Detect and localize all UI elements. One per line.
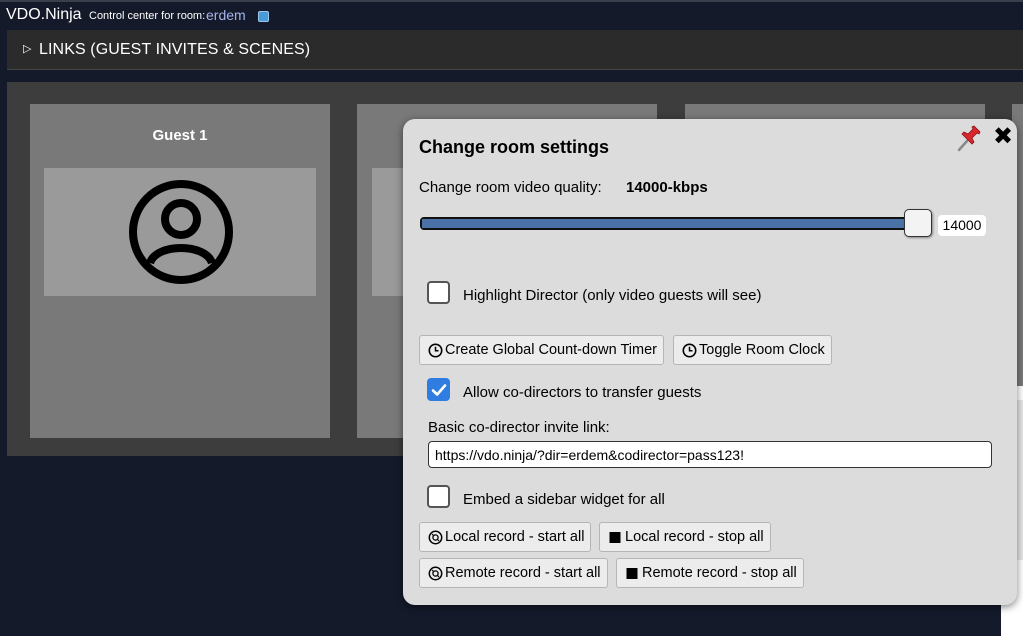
local-record-start-label: Local record - start all	[445, 529, 585, 546]
remote-record-start-button[interactable]: Remote record - start all	[419, 558, 608, 588]
slider-thumb[interactable]	[904, 209, 932, 237]
guest-video[interactable]	[44, 168, 316, 296]
clock-icon	[682, 343, 698, 358]
remote-record-start-label: Remote record - start all	[445, 565, 601, 582]
links-bar[interactable]: ▷ LINKS (GUEST INVITES & SCENES)	[7, 30, 1023, 70]
local-record-start-button[interactable]: Local record - start all	[419, 522, 592, 552]
clock-icon	[428, 343, 444, 358]
local-record-stop-button[interactable]: Local record - stop all	[599, 522, 771, 552]
remote-record-stop-button[interactable]: Remote record - stop all	[616, 558, 804, 588]
links-label: LINKS (GUEST INVITES & SCENES)	[39, 41, 311, 58]
quality-slider[interactable]	[420, 217, 930, 230]
room-name: erdem	[206, 7, 246, 23]
stop-square-icon	[625, 566, 641, 581]
guest-title: Guest 1	[152, 127, 208, 144]
highlight-director-checkbox[interactable]	[427, 281, 450, 304]
allow-codirectors-checkbox[interactable]	[427, 378, 450, 401]
slider-readout: 14000	[938, 215, 986, 236]
top-bar: VDO.Ninja Control center for room: erdem	[0, 0, 1023, 28]
stop-square-icon	[608, 530, 624, 545]
highlight-director-label: Highlight Director (only video guests wi…	[463, 287, 762, 304]
embed-sidebar-checkbox[interactable]	[427, 485, 450, 508]
record-start-icon	[428, 566, 444, 581]
countdown-timer-button[interactable]: Create Global Count-down Timer	[419, 335, 664, 365]
pin-icon[interactable]	[955, 123, 983, 153]
guest-card: Guest 1	[30, 104, 330, 438]
codirector-invite-link-input[interactable]	[428, 441, 992, 468]
checkmark-icon	[431, 384, 447, 396]
toggle-room-clock-button[interactable]: Toggle Room Clock	[673, 335, 832, 365]
invite-link-label: Basic co-director invite link:	[428, 419, 610, 436]
app-title: VDO.Ninja	[6, 6, 82, 23]
remote-record-stop-label: Remote record - stop all	[642, 565, 797, 582]
toggle-room-clock-label: Toggle Room Clock	[699, 342, 825, 359]
record-start-icon	[428, 530, 444, 545]
room-label: Control center for room:	[89, 10, 206, 22]
countdown-timer-label: Create Global Count-down Timer	[445, 342, 657, 359]
quality-value: 14000-kbps	[626, 179, 708, 196]
room-settings-modal: Change room settings ✖ Change room video…	[403, 119, 1017, 605]
allow-codirectors-label: Allow co-directors to transfer guests	[463, 384, 702, 401]
slider-fill	[422, 219, 928, 228]
user-avatar-icon	[129, 180, 233, 284]
local-record-stop-label: Local record - stop all	[625, 529, 764, 546]
caret-right-icon: ▷	[23, 43, 32, 55]
modal-title: Change room settings	[419, 137, 610, 157]
embed-sidebar-label: Embed a sidebar widget for all	[463, 491, 665, 508]
close-icon[interactable]: ✖	[993, 125, 1013, 149]
edit-icon[interactable]	[258, 11, 269, 22]
quality-label: Change room video quality:	[419, 179, 602, 196]
